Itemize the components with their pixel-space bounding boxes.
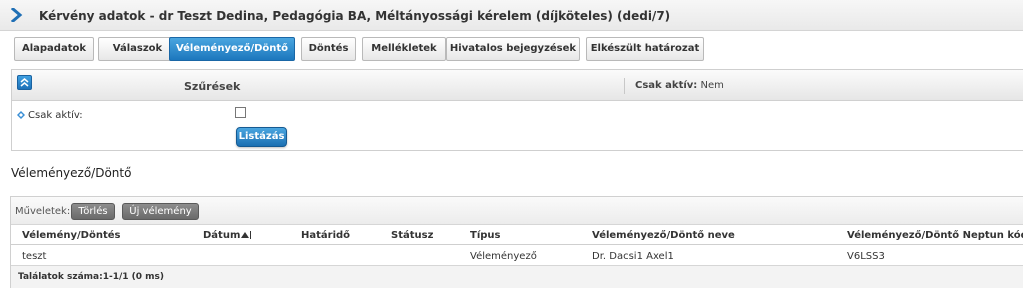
grid-footer: Találatok száma:1-1/1 (0 ms) <box>11 266 1023 288</box>
filter-header: Szűrések Csak aktív: Nem <box>12 70 1023 101</box>
tab-elkeszult-hatarozat[interactable]: Elkészült határozat <box>586 37 704 61</box>
filter-panel: Szűrések Csak aktív: Nem Csak aktív: Lis… <box>11 69 1023 151</box>
new-opinion-button[interactable]: Új vélemény <box>122 203 199 220</box>
filter-summary-label: Csak aktív: <box>635 80 698 91</box>
cell-velemeny: teszt <box>22 251 47 262</box>
tab-alapadatok[interactable]: Alapadatok <box>14 37 94 61</box>
cell-nev: Dr. Dacsi1 Axel1 <box>592 251 674 262</box>
collapse-button[interactable] <box>17 75 32 90</box>
tab-dontes[interactable]: Döntés <box>301 37 356 61</box>
tab-hivatalos-bejegyzesek[interactable]: Hivatalos bejegyzések <box>446 37 580 61</box>
column-header-nev[interactable]: Véleményező/Döntő neve <box>592 230 735 241</box>
collapse-up-icon <box>20 78 29 87</box>
cell-neptun-kod: V6LSS3 <box>847 251 885 262</box>
tab-velemenyezo-donto[interactable]: Véleményező/Döntő <box>169 37 295 61</box>
column-header-datum[interactable]: Dátum <box>203 230 252 241</box>
filter-divider <box>624 78 625 94</box>
operations-bar: Műveletek: Törlés Új vélemény <box>11 197 1023 225</box>
sort-asc-icon[interactable] <box>240 230 252 239</box>
operations-label: Műveletek: <box>15 206 71 217</box>
active-only-label: Csak aktív: <box>28 110 83 121</box>
column-header-statusz[interactable]: Státusz <box>391 230 433 241</box>
title-bar: Kérvény adatok - dr Teszt Dedina, Pedagó… <box>0 0 1023 31</box>
diamond-bullet-icon <box>17 111 25 119</box>
tab-mellekletek[interactable]: Mellékletek <box>362 37 446 61</box>
cell-tipus: Véleményező <box>470 251 537 262</box>
section-title: Véleményező/Döntő <box>11 166 132 180</box>
column-header-neptun-kod[interactable]: Véleményező/Döntő Neptun kódja <box>847 230 1023 241</box>
results-count: Találatok száma:1-1/1 (0 ms) <box>18 272 164 282</box>
column-header-velemeny[interactable]: Vélemény/Döntés <box>22 230 120 241</box>
active-only-checkbox[interactable] <box>235 107 246 118</box>
filter-title: Szűrések <box>184 80 241 93</box>
chevron-right-icon[interactable] <box>11 8 23 22</box>
column-header-tipus[interactable]: Típus <box>470 230 500 241</box>
list-button[interactable]: Listázás <box>236 127 287 147</box>
tab-valaszok[interactable]: Válaszok <box>98 37 177 61</box>
header-divider <box>11 244 1023 245</box>
column-header-hatarido[interactable]: Határidő <box>301 230 350 241</box>
filter-summary: Csak aktív: Nem <box>635 80 724 91</box>
page-title: Kérvény adatok - dr Teszt Dedina, Pedagó… <box>39 9 671 23</box>
results-grid: Műveletek: Törlés Új vélemény Vélemény/D… <box>10 196 1023 288</box>
column-header-datum-label: Dátum <box>203 230 241 241</box>
delete-button[interactable]: Törlés <box>71 203 115 220</box>
filter-summary-value: Nem <box>700 80 724 91</box>
